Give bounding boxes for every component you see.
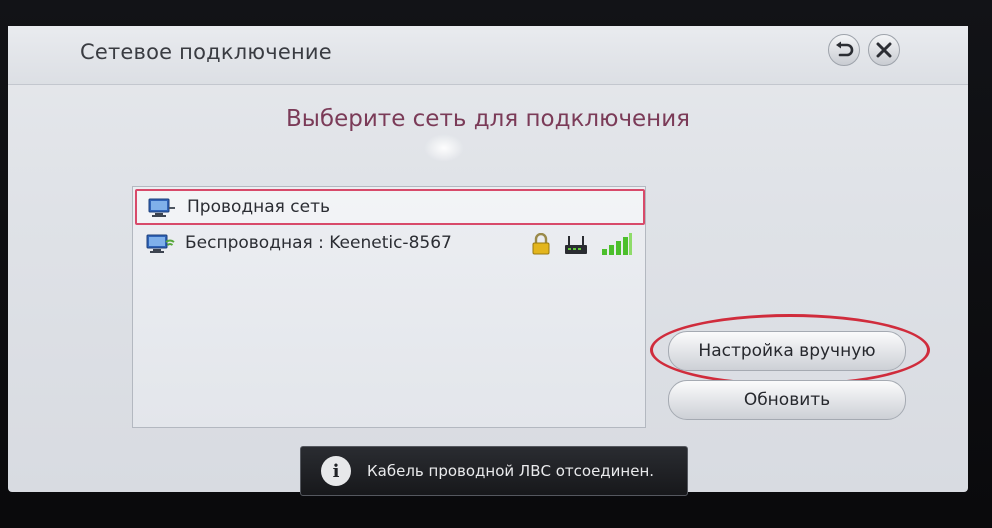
back-button[interactable] [828, 34, 860, 66]
manual-setup-button[interactable]: Настройка вручную [668, 331, 906, 371]
dialog-title: Сетевое подключение [80, 40, 332, 64]
close-button[interactable] [868, 34, 900, 66]
title-bar: Сетевое подключение [8, 26, 968, 85]
close-icon [876, 42, 892, 58]
notification-text: Кабель проводной ЛВС отсоединен. [367, 462, 655, 480]
light-glare [424, 134, 464, 162]
network-item-wireless[interactable]: Беспроводная : Keenetic-8567 [135, 227, 641, 259]
wireless-network-icon [146, 234, 175, 253]
notification-toast: i Кабель проводной ЛВС отсоединен. [300, 446, 688, 496]
wired-network-icon [148, 198, 175, 217]
router-icon [565, 236, 587, 254]
wireless-status-icons [531, 231, 633, 255]
refresh-button[interactable]: Обновить [668, 380, 906, 420]
network-connection-dialog: Сетевое подключение Выберите сеть для по… [8, 26, 968, 492]
lock-icon [532, 233, 550, 255]
network-item-wired[interactable]: Проводная сеть [135, 189, 645, 225]
info-glyph: i [332, 460, 340, 482]
network-list: Проводная сеть Беспроводная : Keenetic-8… [132, 186, 646, 428]
signal-strength-icon [602, 233, 632, 255]
select-network-heading: Выберите сеть для подключения [285, 106, 691, 132]
info-icon: i [321, 456, 351, 486]
back-arrow-icon [836, 41, 854, 57]
network-label-wired: Проводная сеть [187, 197, 331, 217]
network-label-wireless: Беспроводная : Keenetic-8567 [185, 233, 452, 253]
